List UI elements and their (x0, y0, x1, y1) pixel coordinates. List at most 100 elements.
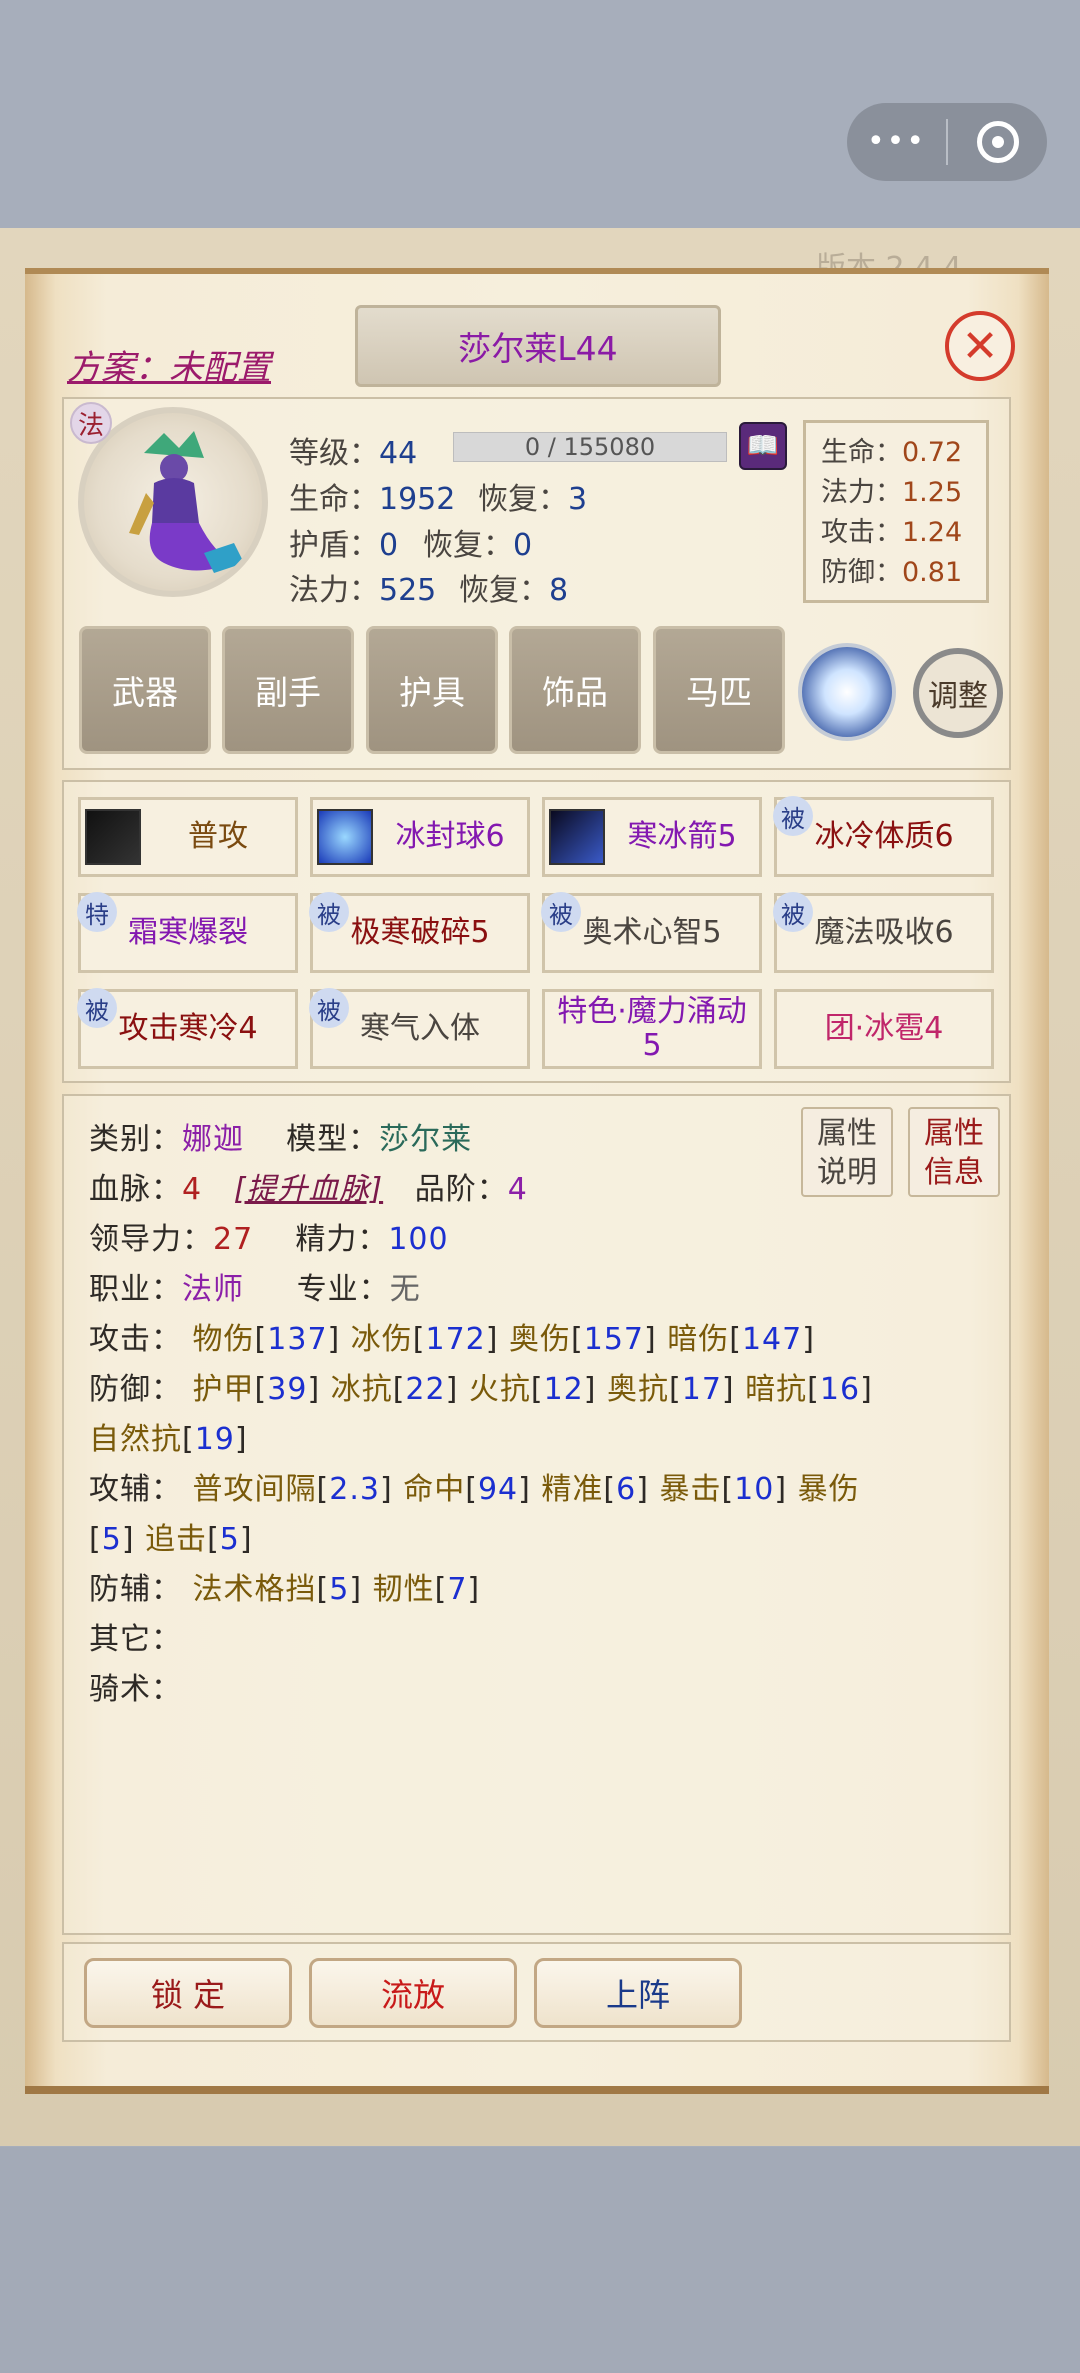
class-badge: 法 (70, 402, 112, 444)
mp-label: 法力： (289, 573, 379, 608)
stat-value: 5 (329, 1572, 350, 1607)
skill-slot[interactable]: 被 魔法吸收6 (773, 892, 994, 973)
shield-regen-value: 0 (513, 528, 533, 563)
medal-icon[interactable] (798, 643, 896, 741)
attr-info-button[interactable]: 属性 信息 (908, 1107, 1000, 1197)
skill-slot[interactable]: 被 极寒破碎5 (309, 892, 530, 973)
equip-slot-armor[interactable]: 护具 (366, 626, 498, 754)
stat-value: 172 (425, 1322, 486, 1357)
stat-value: 137 (267, 1322, 328, 1357)
equip-slot-offhand[interactable]: 副手 (222, 626, 354, 754)
equip-slot-accessory[interactable]: 饰品 (509, 626, 641, 754)
equip-slot-mount[interactable]: 马匹 (653, 626, 785, 754)
attr-button-line: 信息 (924, 1155, 984, 1190)
equip-slot-weapon[interactable]: 武器 (79, 626, 211, 754)
skill-slot[interactable]: 被 攻击寒冷4 (77, 988, 298, 1069)
attack-label: 攻击： (89, 1322, 182, 1357)
job-value: 法师 (182, 1272, 244, 1307)
info-row-defense-cont: 自然抗[19] (89, 1422, 248, 1457)
skill-name: 团·冰雹4 (824, 1011, 944, 1046)
skill-slot[interactable]: 普攻 (78, 797, 298, 877)
stat-value: 94 (477, 1472, 519, 1507)
hp-regen-value: 3 (568, 482, 588, 517)
close-button[interactable]: ✕ (945, 311, 1015, 381)
lock-button[interactable]: 锁 定 (84, 1958, 292, 2028)
growth-label: 法力： (821, 477, 902, 508)
skill-slot[interactable]: 被 奥术心智5 (541, 892, 762, 973)
growth-row: 攻击：1.24 (821, 513, 986, 553)
skill-name-line2: 5 (642, 1028, 662, 1063)
close-icon: ✕ (961, 320, 999, 372)
shield-regen-label: 恢复： (423, 528, 513, 563)
skill-book-icon[interactable]: 📖 (739, 422, 787, 470)
stat-value: 10 (734, 1472, 775, 1507)
upgrade-blood-link[interactable]: [提升血脉] (234, 1172, 383, 1207)
adjust-button[interactable]: 调整 (913, 648, 1003, 738)
level-value: 44 (379, 436, 418, 471)
shield-regen-stat: 恢复：0 (423, 520, 532, 564)
spec-label: 专业： (296, 1272, 390, 1307)
hp-label: 生命： (289, 482, 379, 517)
info-row-attack-aux: 攻辅： 普攻间隔[2.3] 命中[94] 精准[6] 暴击[10] 暴伤 (89, 1472, 860, 1507)
stat-value: 157 (583, 1322, 644, 1357)
blood-label: 血脉： (89, 1172, 182, 1207)
info-row-blood: 血脉：4 [提升血脉] 品阶：4 (89, 1164, 528, 1208)
passive-tag: 被 (309, 988, 349, 1028)
stat-name: 奥伤 (509, 1322, 572, 1357)
attr-explain-button[interactable]: 属性 说明 (801, 1107, 893, 1197)
blood-value: 4 (182, 1172, 203, 1207)
close-miniprogram-button[interactable] (948, 121, 1047, 163)
deploy-button[interactable]: 上阵 (534, 1958, 742, 2028)
stat-name: 精准 (541, 1472, 604, 1507)
info-row-attack: 攻击： 物伤[137] 冰伤[172] 奥伤[157] 暗伤[147] (89, 1322, 815, 1357)
skill-slot[interactable]: 团·冰雹4 (774, 989, 994, 1069)
exp-bar: 0 / 155080 (453, 432, 727, 462)
stat-value: 6 (616, 1472, 637, 1507)
passive-tag: 被 (541, 892, 581, 932)
sword-icon (85, 809, 141, 865)
shield-value: 0 (379, 528, 399, 563)
stat-name: 自然抗 (89, 1422, 182, 1457)
defense-aux-label: 防辅： (89, 1572, 182, 1607)
stat-value: 5 (101, 1522, 122, 1557)
job-label: 职业： (89, 1272, 182, 1307)
info-row-type: 类别：娜迦 模型：莎尔莱 (89, 1114, 472, 1158)
passive-tag: 被 (309, 892, 349, 932)
attack-aux-label: 攻辅： (89, 1472, 182, 1507)
stat-value: 2.3 (329, 1472, 380, 1507)
release-button[interactable]: 流放 (309, 1958, 517, 2028)
skill-name: 特色·魔力涌动 5 (545, 995, 759, 1063)
growth-row: 防御：0.81 (821, 553, 986, 593)
stat-name: 火抗 (468, 1372, 531, 1407)
special-tag: 特 (77, 892, 117, 932)
skill-slot[interactable]: 特 霜寒爆裂 (77, 892, 298, 973)
stat-value: 12 (543, 1372, 584, 1407)
stat-name: 奥抗 (607, 1372, 670, 1407)
skill-slot[interactable]: 冰封球6 (310, 797, 530, 877)
growth-value: 1.24 (902, 517, 963, 548)
bottom-area (0, 2147, 1080, 2373)
info-row-defense: 防御： 护甲[39] 冰抗[22] 火抗[12] 奥抗[17] 暗抗[16] (89, 1372, 873, 1407)
model-label: 模型： (286, 1122, 380, 1157)
info-row-job: 职业：法师 专业：无 (89, 1264, 421, 1308)
stat-name: 暗抗 (745, 1372, 808, 1407)
attr-button-line: 说明 (817, 1155, 877, 1190)
type-label: 类别： (89, 1122, 182, 1157)
stat-name: 暗伤 (667, 1322, 730, 1357)
skill-slot[interactable]: 寒冰箭5 (542, 797, 762, 877)
passive-tag: 被 (773, 892, 813, 932)
type-value: 娜迦 (182, 1122, 244, 1157)
hp-regen-stat: 恢复：3 (478, 474, 587, 518)
leadership-label: 领导力： (89, 1222, 213, 1257)
skill-name: 冰封球6 (395, 819, 505, 854)
level-stat: 等级：44 (289, 428, 417, 472)
stat-name: 法术格挡 (192, 1572, 317, 1607)
more-icon[interactable]: ••• (847, 103, 946, 181)
skill-slot[interactable]: 被 冰冷体质6 (773, 796, 994, 877)
skill-slot[interactable]: 特色·魔力涌动 5 (542, 989, 762, 1069)
scheme-link[interactable]: 方案：未配置 (67, 340, 271, 389)
skill-slot[interactable]: 被 寒气入体 (309, 988, 530, 1069)
mp-regen-value: 8 (549, 573, 569, 608)
info-row-defense-aux: 防辅： 法术格挡[5] 韧性[7] (89, 1572, 481, 1607)
spec-value: 无 (389, 1272, 421, 1307)
